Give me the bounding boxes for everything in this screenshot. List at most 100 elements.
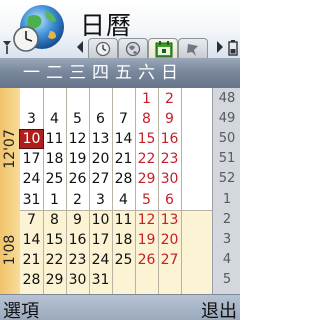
week-number-column: 48 49 50 51 52 1 2 3 4 5 [212, 88, 240, 294]
week-number: 50 [218, 131, 236, 146]
day-cell[interactable]: 31 [89, 271, 112, 289]
day-cell[interactable]: 5 [135, 191, 158, 209]
day-cell[interactable]: 25 [112, 251, 135, 269]
day-cell[interactable]: 1 [135, 90, 158, 108]
selected-day-cell[interactable]: 10 [19, 129, 44, 149]
day-cell[interactable]: 8 [43, 211, 66, 229]
day-cell[interactable]: 27 [158, 251, 181, 269]
day-cell[interactable]: 2 [158, 90, 181, 108]
day-cell[interactable]: 29 [135, 170, 158, 188]
week-number: 51 [218, 151, 236, 166]
day-cell[interactable]: 15 [43, 231, 66, 249]
weekday-sun: 日 [161, 63, 178, 83]
day-cell[interactable]: 9 [66, 211, 89, 229]
globe-icon [125, 41, 141, 57]
todo-tab[interactable] [178, 38, 208, 58]
week-number: 49 [218, 111, 236, 126]
day-cell[interactable]: 1 [43, 191, 66, 209]
day-cell[interactable]: 30 [66, 271, 89, 289]
day-cell[interactable]: 26 [135, 251, 158, 269]
arrow-right-icon[interactable] [216, 40, 224, 54]
month-calendar: 一 二 三 四 五 六 日 12'07 1'08 1 2 3 4 5 6 7 8 9 10 11 12… [0, 58, 240, 294]
day-cell[interactable]: 3 [20, 110, 43, 128]
day-cell[interactable]: 6 [158, 191, 181, 209]
week-number: 1 [222, 192, 232, 207]
day-cell[interactable]: 16 [158, 130, 181, 148]
week-number: 48 [218, 91, 236, 106]
day-cell[interactable]: 7 [20, 211, 43, 229]
day-cell[interactable]: 25 [43, 170, 66, 188]
weekday-thu: 四 [92, 63, 109, 83]
day-cell[interactable]: 11 [43, 130, 66, 148]
day-cell[interactable]: 23 [158, 150, 181, 168]
day-cell[interactable]: 14 [20, 231, 43, 249]
day-cell[interactable]: 10 [89, 211, 112, 229]
clock-icon [95, 41, 111, 57]
weekday-header: 一 二 三 四 五 六 日 [0, 58, 240, 88]
day-cell[interactable]: 14 [112, 130, 135, 148]
weekday-mon: 一 [23, 63, 40, 83]
clock-tab[interactable] [88, 38, 118, 58]
app-title: 日曆 [80, 11, 133, 40]
day-cell[interactable]: 2 [66, 191, 89, 209]
month-label-column: 12'07 1'08 [0, 88, 20, 294]
weekday-wed: 三 [69, 63, 86, 83]
day-cell[interactable]: 18 [112, 231, 135, 249]
day-cell[interactable]: 13 [158, 211, 181, 229]
day-cell[interactable]: 15 [135, 130, 158, 148]
week-number: 3 [222, 232, 232, 247]
day-cell[interactable]: 16 [66, 231, 89, 249]
day-cell[interactable]: 27 [89, 170, 112, 188]
day-cell[interactable]: 23 [66, 251, 89, 269]
day-cell[interactable]: 22 [43, 251, 66, 269]
header: 日曆 [0, 0, 240, 59]
day-cell[interactable]: 12 [135, 211, 158, 229]
day-cell[interactable]: 7 [112, 110, 135, 128]
day-cell[interactable]: 13 [89, 130, 112, 148]
view-tabbar [76, 38, 224, 59]
day-cell[interactable]: 17 [20, 150, 43, 168]
day-cell[interactable]: 17 [89, 231, 112, 249]
options-softkey[interactable]: 選項 [3, 297, 39, 320]
weekday-fri: 五 [115, 63, 132, 83]
month-view-tab[interactable] [148, 38, 178, 59]
day-cell[interactable]: 31 [20, 191, 43, 209]
day-cell[interactable]: 20 [89, 150, 112, 168]
day-cell[interactable]: 24 [20, 170, 43, 188]
day-cell[interactable]: 5 [66, 110, 89, 128]
day-cell[interactable]: 11 [112, 211, 135, 229]
day-cell[interactable]: 6 [89, 110, 112, 128]
day-cell[interactable]: 3 [89, 191, 112, 209]
month-view-icon [155, 41, 173, 58]
exit-softkey[interactable]: 退出 [201, 297, 237, 320]
day-cell[interactable]: 21 [112, 150, 135, 168]
day-cell[interactable]: 22 [135, 150, 158, 168]
week-number: 5 [222, 272, 232, 287]
day-cell[interactable]: 20 [158, 231, 181, 249]
day-cell[interactable]: 19 [66, 150, 89, 168]
softkey-bar: 選項 退出 [0, 294, 240, 320]
todo-icon [187, 44, 198, 56]
signal-strength-icon [3, 41, 11, 54]
day-cell[interactable]: 30 [158, 170, 181, 188]
arrow-left-icon[interactable] [76, 40, 84, 54]
week-number: 4 [222, 252, 232, 267]
day-cell[interactable]: 21 [20, 251, 43, 269]
day-grid: 1 2 3 4 5 6 7 8 9 10 11 12 13 14 15 16 17 18 19 20 21 22 23 24 2… [19, 88, 212, 294]
day-cell[interactable]: 9 [158, 110, 181, 128]
day-cell[interactable]: 19 [135, 231, 158, 249]
day-cell[interactable]: 18 [43, 150, 66, 168]
day-cell[interactable]: 26 [66, 170, 89, 188]
day-cell[interactable]: 28 [20, 271, 43, 289]
day-cell[interactable]: 4 [43, 110, 66, 128]
day-cell[interactable]: 28 [112, 170, 135, 188]
battery-icon [228, 40, 238, 56]
day-cell[interactable]: 4 [112, 191, 135, 209]
globe-tab[interactable] [118, 38, 148, 58]
day-cell[interactable]: 8 [135, 110, 158, 128]
week-number: 2 [222, 212, 232, 227]
day-cell[interactable]: 29 [43, 271, 66, 289]
day-cell[interactable]: 24 [89, 251, 112, 269]
grid-line [181, 88, 182, 294]
day-cell[interactable]: 12 [66, 130, 89, 148]
